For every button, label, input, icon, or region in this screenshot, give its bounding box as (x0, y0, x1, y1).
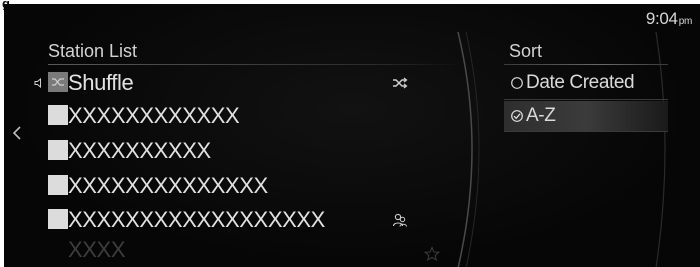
shared-users-icon (392, 213, 407, 227)
station-thumbnail (48, 140, 68, 160)
divider (504, 64, 668, 65)
panel-divider (457, 31, 480, 267)
station-label: XXXXXXXXXXXX (68, 103, 240, 128)
divider (48, 64, 464, 65)
station-label: XXXX (68, 237, 126, 262)
star-icon (424, 246, 440, 262)
station-row[interactable]: XXXXXXXXXX (48, 137, 428, 165)
sort-option-date-created[interactable]: Date Created (504, 68, 668, 98)
station-label: Shuffle (68, 70, 134, 95)
station-row[interactable]: XXXXXXXXXXXXXX (48, 172, 428, 200)
station-row[interactable]: XXXXXXXXXXXXXXXXXX (48, 206, 428, 234)
infotainment-screen: 9:04pm Station List Shuffle XXXXXXXXXXXX… (4, 4, 700, 267)
station-list-title: Station List (48, 41, 138, 61)
divider (504, 131, 668, 132)
clock-ampm: pm (678, 16, 693, 27)
sort-option-label: Date Created (526, 72, 635, 93)
station-row-shuffle[interactable]: Shuffle (48, 69, 428, 97)
station-label: XXXXXXXXXXXXXX (68, 173, 268, 198)
back-button[interactable] (11, 124, 23, 142)
clock: 9:04pm (646, 9, 692, 29)
chevron-left-icon (12, 126, 21, 140)
station-row[interactable]: XXXXXXXXXXXX (48, 102, 428, 130)
speaker-icon (34, 78, 41, 88)
station-thumbnail (48, 72, 68, 92)
sort-option-a-z[interactable]: A-Z (504, 101, 668, 131)
station-thumbnail (48, 175, 68, 195)
shuffle-icon (393, 77, 408, 89)
check-circle-icon (511, 110, 523, 122)
radio-empty-icon (511, 77, 523, 89)
sort-option-label: A-Z (526, 105, 556, 126)
station-label: XXXXXXXXXXXXXXXXXX (68, 207, 325, 232)
station-label: XXXXXXXXXX (68, 138, 211, 163)
station-row[interactable]: XXXX (48, 236, 440, 264)
shuffle-icon (52, 78, 64, 86)
station-thumbnail (48, 105, 68, 125)
sort-title: Sort (509, 41, 543, 61)
clock-time: 9:04 (645, 9, 678, 28)
station-thumbnail (48, 209, 68, 229)
divider (504, 99, 668, 100)
